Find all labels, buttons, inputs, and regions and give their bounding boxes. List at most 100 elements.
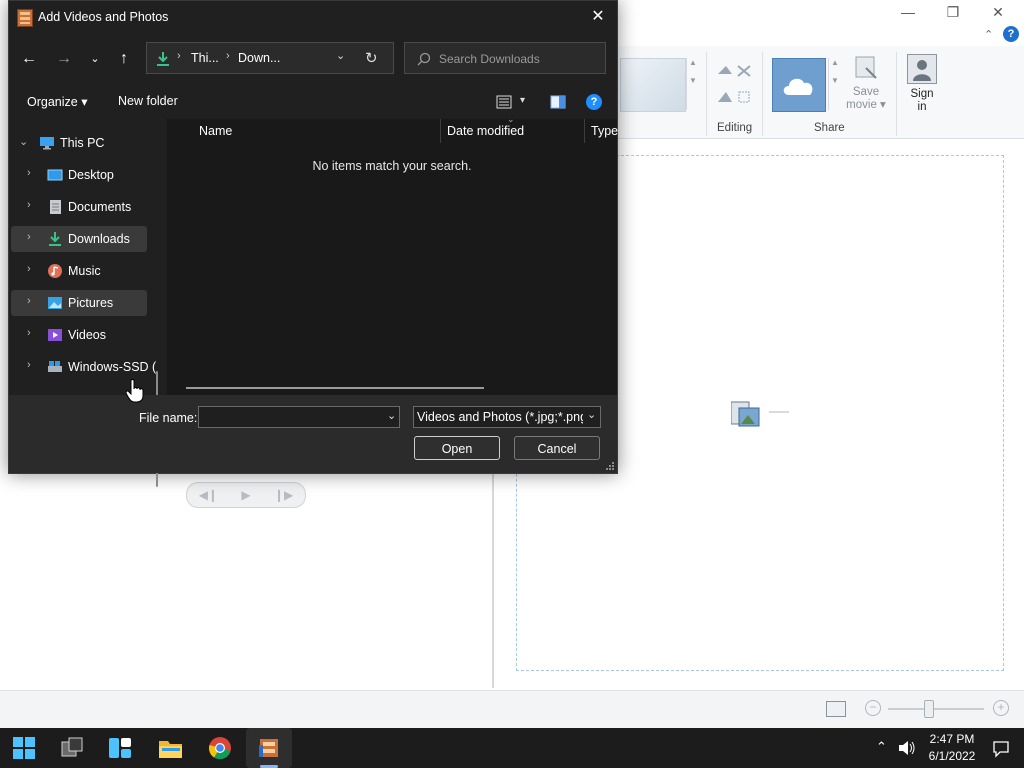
- column-divider[interactable]: [440, 119, 441, 143]
- refresh-icon[interactable]: ↻: [365, 49, 378, 67]
- nav-item-windows-ssd[interactable]: › Windows-SSD (: [11, 354, 156, 380]
- ribbon: ▲ ▼ Editing ▲ ▼ Save movie ▾ Share Sign …: [616, 46, 1024, 139]
- help-icon[interactable]: ?: [586, 94, 602, 110]
- preview-divider: [492, 470, 494, 688]
- save-movie-button[interactable]: Save movie ▾: [844, 54, 888, 112]
- nav-item-documents[interactable]: › Documents: [11, 194, 147, 220]
- search-input[interactable]: [437, 49, 601, 69]
- status-bar: − +: [0, 690, 1024, 729]
- column-header-name[interactable]: Name: [199, 124, 232, 138]
- nav-item-desktop[interactable]: › Desktop: [11, 162, 147, 188]
- nav-label-windows-ssd: Windows-SSD (: [68, 360, 157, 374]
- collapsed-chevron-icon[interactable]: ›: [27, 231, 31, 243]
- file-name-dropdown-chevron-icon[interactable]: ⌄: [387, 409, 396, 422]
- dialog-close-icon[interactable]: ✕: [583, 5, 613, 29]
- taskbar: [0, 728, 1024, 768]
- expanded-chevron-icon[interactable]: ⌄: [19, 135, 28, 148]
- share-group-label: Share: [814, 122, 845, 134]
- save-movie-label-2: movie: [846, 99, 877, 111]
- back-arrow-icon[interactable]: ←: [17, 47, 41, 71]
- column-header-date-modified[interactable]: Date modified: [447, 124, 524, 138]
- windows-start-icon[interactable]: [12, 736, 36, 760]
- rotate-left-icon[interactable]: [716, 62, 756, 112]
- nav-label-pictures: Pictures: [68, 296, 114, 310]
- recent-locations-chevron-icon[interactable]: ⌄: [83, 47, 107, 71]
- breadcrumb-downloads[interactable]: Down...: [238, 51, 280, 65]
- sign-in-label-1: Sign: [910, 88, 934, 100]
- up-arrow-icon[interactable]: ↑: [112, 47, 136, 71]
- next-frame-icon[interactable]: ❙▶: [274, 488, 293, 502]
- pictures-icon: [48, 297, 62, 309]
- collapsed-chevron-icon[interactable]: ›: [27, 263, 31, 275]
- view-options-chevron-icon[interactable]: ▾: [520, 95, 525, 106]
- notifications-icon[interactable]: [992, 740, 1010, 758]
- view-list-icon[interactable]: [496, 95, 512, 109]
- add-media-icon[interactable]: [730, 400, 791, 433]
- previous-frame-icon[interactable]: ◀❙: [199, 488, 218, 502]
- zoom-slider-track[interactable]: [888, 708, 984, 710]
- file-list-horizontal-scrollbar[interactable]: [186, 387, 484, 389]
- dialog-titlebar[interactable]: Add Videos and Photos ✕: [9, 1, 617, 33]
- open-button[interactable]: Open: [414, 436, 500, 460]
- play-icon[interactable]: ▶: [241, 488, 250, 502]
- collapsed-chevron-icon[interactable]: ›: [27, 167, 31, 179]
- zoom-in-icon[interactable]: +: [993, 700, 1009, 716]
- edit-tools: [716, 62, 756, 112]
- search-box[interactable]: [404, 42, 606, 74]
- maximize-icon[interactable]: ❐: [938, 4, 968, 21]
- nav-item-pictures[interactable]: › Pictures: [11, 290, 147, 316]
- breadcrumb-separator-icon: ›: [226, 50, 230, 62]
- volume-icon[interactable]: [898, 740, 916, 756]
- preview-pane-icon[interactable]: [550, 95, 566, 109]
- navigation-pane: ⌄ This PC › Desktop › Documents › Downlo…: [9, 119, 167, 487]
- organize-menu[interactable]: Organize ▾: [27, 94, 87, 109]
- file-name-input[interactable]: [203, 409, 377, 427]
- breadcrumb-this-pc[interactable]: Thi...: [191, 51, 219, 65]
- movie-maker-app-icon: [17, 9, 33, 27]
- chrome-icon[interactable]: [208, 736, 232, 760]
- download-arrow-icon: [157, 52, 169, 66]
- share-gallery-scroll[interactable]: ▲ ▼: [828, 58, 841, 110]
- file-list-pane: Name ⌄ Date modified Type No items match…: [167, 114, 618, 395]
- nav-label-this-pc: This PC: [60, 136, 105, 150]
- help-icon[interactable]: ?: [1003, 26, 1019, 42]
- zoom-out-icon[interactable]: −: [865, 700, 881, 716]
- forward-arrow-icon[interactable]: →: [52, 47, 76, 71]
- cloud-share-button[interactable]: [772, 58, 826, 112]
- nav-item-downloads[interactable]: › Downloads: [11, 226, 147, 252]
- theme-gallery-scroll[interactable]: ▲ ▼: [686, 58, 699, 110]
- collapsed-chevron-icon[interactable]: ›: [27, 199, 31, 211]
- widgets-icon[interactable]: [108, 736, 132, 760]
- cancel-button[interactable]: Cancel: [514, 436, 600, 460]
- hand-cursor-icon: [126, 379, 144, 403]
- collapsed-chevron-icon[interactable]: ›: [27, 327, 31, 339]
- system-clock[interactable]: 2:47 PM 6/1/2022: [920, 731, 984, 765]
- address-dropdown-chevron-icon[interactable]: ⌄: [336, 49, 345, 62]
- file-name-combobox[interactable]: ⌄: [198, 406, 400, 428]
- show-hidden-icons-chevron-icon[interactable]: ⌃: [876, 739, 887, 755]
- column-header-type[interactable]: Type: [591, 124, 618, 138]
- filter-dropdown-chevron-icon[interactable]: ⌄: [587, 408, 596, 421]
- nav-item-this-pc[interactable]: ⌄ This PC: [11, 130, 147, 156]
- collapsed-chevron-icon[interactable]: ›: [27, 359, 31, 371]
- nav-item-music[interactable]: › Music: [11, 258, 147, 284]
- zoom-slider-thumb[interactable]: [924, 700, 934, 718]
- column-divider[interactable]: [584, 119, 585, 143]
- file-explorer-icon[interactable]: [158, 736, 182, 760]
- thumbnail-size-icon[interactable]: [826, 701, 846, 717]
- task-view-icon[interactable]: [60, 736, 84, 760]
- minimize-icon[interactable]: —: [893, 4, 923, 20]
- address-bar[interactable]: › Thi... › Down... ⌄ ↻: [146, 42, 394, 74]
- collapsed-chevron-icon[interactable]: ›: [27, 295, 31, 307]
- resize-grip-icon[interactable]: [605, 461, 615, 471]
- nav-item-videos[interactable]: › Videos: [11, 322, 147, 348]
- collapse-ribbon-icon[interactable]: ⌃: [984, 28, 993, 41]
- videos-icon: [48, 329, 62, 341]
- sign-in-button[interactable]: Sign in: [902, 52, 942, 114]
- close-icon[interactable]: ✕: [983, 4, 1013, 21]
- file-type-filter-select[interactable]: Videos and Photos (*.jpg;*.png; ⌄: [413, 406, 601, 428]
- movie-maker-taskbar-button[interactable]: [246, 728, 292, 768]
- theme-thumbnail[interactable]: [620, 58, 686, 112]
- new-folder-button[interactable]: New folder: [118, 94, 178, 108]
- ribbon-separator: [706, 52, 707, 136]
